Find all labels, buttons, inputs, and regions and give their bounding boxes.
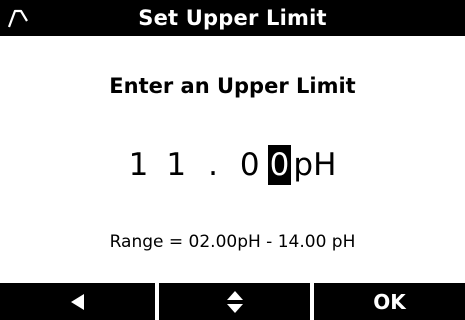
adjust-softkey[interactable] bbox=[159, 283, 310, 320]
softkey-bar: OK bbox=[0, 283, 465, 320]
ok-softkey[interactable]: OK bbox=[314, 283, 465, 320]
up-down-arrows-icon bbox=[226, 290, 243, 313]
value-entry[interactable]: 1 1 . 0 0 pH bbox=[0, 145, 465, 185]
left-arrow-icon bbox=[70, 293, 84, 310]
back-softkey[interactable] bbox=[0, 283, 155, 320]
title-bar: Set Upper Limit bbox=[0, 0, 465, 36]
range-text: Range = 02.00pH - 14.00 pH bbox=[109, 232, 356, 252]
decimal-point: . bbox=[208, 147, 218, 183]
page-title: Set Upper Limit bbox=[138, 6, 327, 30]
digit-2[interactable]: 1 bbox=[166, 145, 186, 185]
unit-label: pH bbox=[293, 147, 337, 183]
digit-3[interactable]: 0 bbox=[240, 145, 260, 185]
prompt-text: Enter an Upper Limit bbox=[109, 74, 356, 98]
digit-1[interactable]: 1 bbox=[129, 145, 149, 185]
digit-4-selected[interactable]: 0 bbox=[267, 145, 292, 185]
